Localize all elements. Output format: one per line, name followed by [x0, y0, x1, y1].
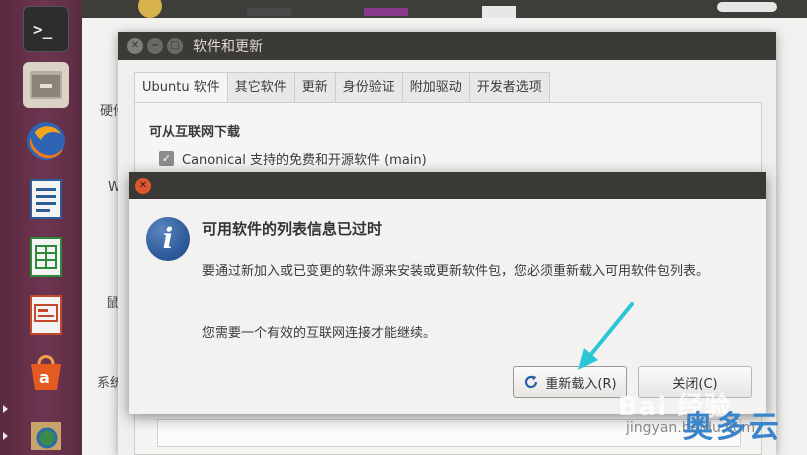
firefox-icon[interactable] [23, 118, 69, 164]
calc-icon[interactable] [23, 234, 69, 280]
window-close-button[interactable]: ✕ [127, 38, 143, 54]
tab-developer-options[interactable]: 开发者选项 [468, 72, 550, 103]
outdated-info-dialog: ✕ i 可用软件的列表信息已过时 要通过新加入或已变更的软件源来安装或更新软件包… [129, 172, 766, 414]
window-title: 软件和更新 [193, 39, 263, 55]
brand-watermark: 奥多云 [683, 410, 782, 445]
dialog-titlebar: ✕ [129, 172, 766, 199]
running-indicator [3, 432, 8, 440]
info-icon: i [146, 217, 190, 261]
settings-icons [138, 0, 777, 18]
tab-updates[interactable]: 更新 [293, 72, 335, 103]
close-icon: ✕ [138, 179, 148, 191]
reload-icon [525, 375, 538, 389]
window-maximize-button[interactable]: □ [167, 38, 183, 54]
dialog-note: 您需要一个有效的互联网连接才能继续。 [202, 326, 437, 341]
tab-bar: Ubuntu 软件 其它软件 更新 身份验证 附加驱动 开发者选项 [134, 72, 550, 103]
main-repo-checkbox[interactable]: ✓ [159, 151, 174, 166]
software-updater-icon[interactable] [23, 408, 69, 454]
settings-icon-strip [82, 0, 807, 18]
window-titlebar: ✕ − □ 软件和更新 [118, 32, 776, 60]
unity-launcher: >_ a [0, 0, 82, 455]
section-title: 可从互联网下载 [149, 125, 241, 140]
main-repo-label: Canonical 支持的免费和开源软件 (main) [182, 153, 427, 168]
tab-other-software[interactable]: 其它软件 [226, 72, 294, 103]
dialog-heading: 可用软件的列表信息已过时 [202, 220, 383, 238]
minimize-icon: − [150, 40, 160, 51]
svg-text:>_: >_ [33, 20, 53, 39]
annotation-arrow [578, 302, 634, 370]
main-repo-option[interactable]: ✓ Canonical 支持的免费和开源软件 (main) [159, 149, 427, 168]
impress-icon[interactable] [23, 292, 69, 338]
maximize-icon: □ [170, 40, 180, 51]
svg-text:a: a [39, 368, 50, 387]
running-indicator [3, 405, 8, 413]
tab-additional-drivers[interactable]: 附加驱动 [401, 72, 469, 103]
terminal-icon[interactable]: >_ [23, 6, 69, 52]
dialog-close-button[interactable]: ✕ [135, 177, 151, 194]
amazon-icon[interactable]: a [23, 348, 69, 394]
dialog-body: 要通过新加入或已变更的软件源来安装或更新软件包，您必须重新载入可用软件包列表。 [202, 264, 710, 279]
window-minimize-button[interactable]: − [147, 38, 163, 54]
file-manager-icon[interactable] [23, 62, 69, 108]
tab-ubuntu-software[interactable]: Ubuntu 软件 [134, 72, 227, 103]
writer-icon[interactable] [23, 176, 69, 222]
tab-authentication[interactable]: 身份验证 [334, 72, 402, 103]
close-icon: ✕ [130, 40, 140, 51]
